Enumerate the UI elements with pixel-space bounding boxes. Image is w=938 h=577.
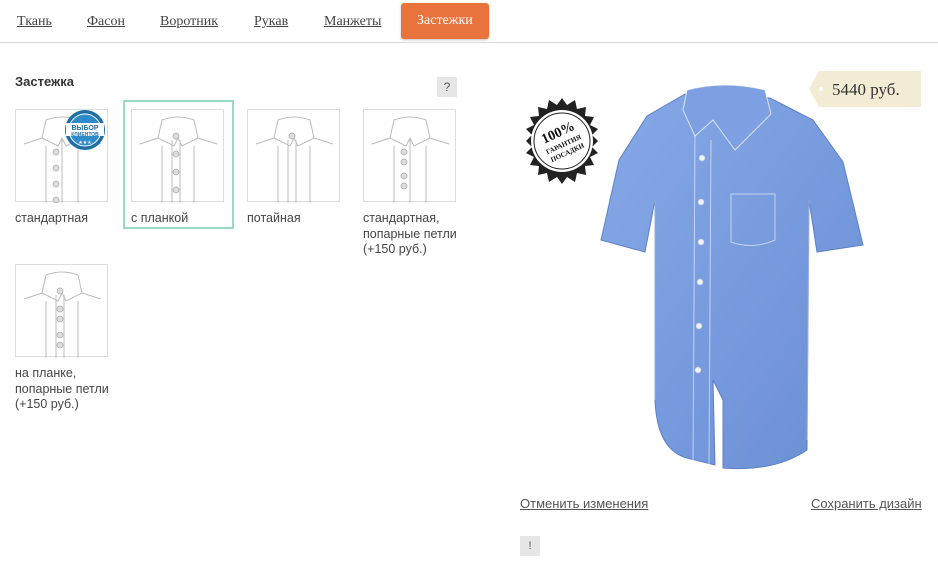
guarantee-seal-icon: 100% ГАРАНТИЯ ПОСАДКИ [519,98,605,184]
option-label: с планкой [131,211,189,225]
tab-cuffs[interactable]: Манжеты [324,14,381,30]
section-title: Застежка [15,74,74,89]
shirt-thumbnail [15,264,108,358]
badge-line-1: ВЫБОР [71,125,98,132]
option-label: стандартная, попарные петли (+150 руб.) [363,211,457,256]
save-design-link[interactable]: Сохранить дизайн [811,496,922,511]
shirt-preview [595,80,870,475]
option-label: на планке, попарные петли (+150 руб.) [15,366,109,411]
option-label: потайная [247,211,301,225]
shirt-thumbnail [247,109,340,203]
info-button[interactable]: ! [520,536,540,556]
customer-choice-badge: ВЫБОР КЛИЕНТОВ ★★★ [64,109,106,151]
tab-sleeve[interactable]: Рукав [254,14,288,30]
badge-line-2: КЛИЕНТОВ [71,132,99,138]
cancel-changes-link[interactable]: Отменить изменения [520,496,648,511]
help-button[interactable]: ? [437,77,457,97]
tab-bar: Ткань Фасон Воротник Рукав Манжеты Засте… [0,0,938,43]
price-value: 5440 руб. [832,80,900,99]
tab-fasteners[interactable]: Застежки [401,3,489,39]
svg-text:★★★: ★★★ [78,140,92,146]
shirt-thumbnail [363,109,456,203]
tab-fabric[interactable]: Ткань [17,14,52,30]
tab-style[interactable]: Фасон [87,14,125,30]
tab-collar[interactable]: Воротник [160,14,218,30]
shirt-thumbnail [131,109,224,203]
option-label: стандартная [15,211,88,225]
